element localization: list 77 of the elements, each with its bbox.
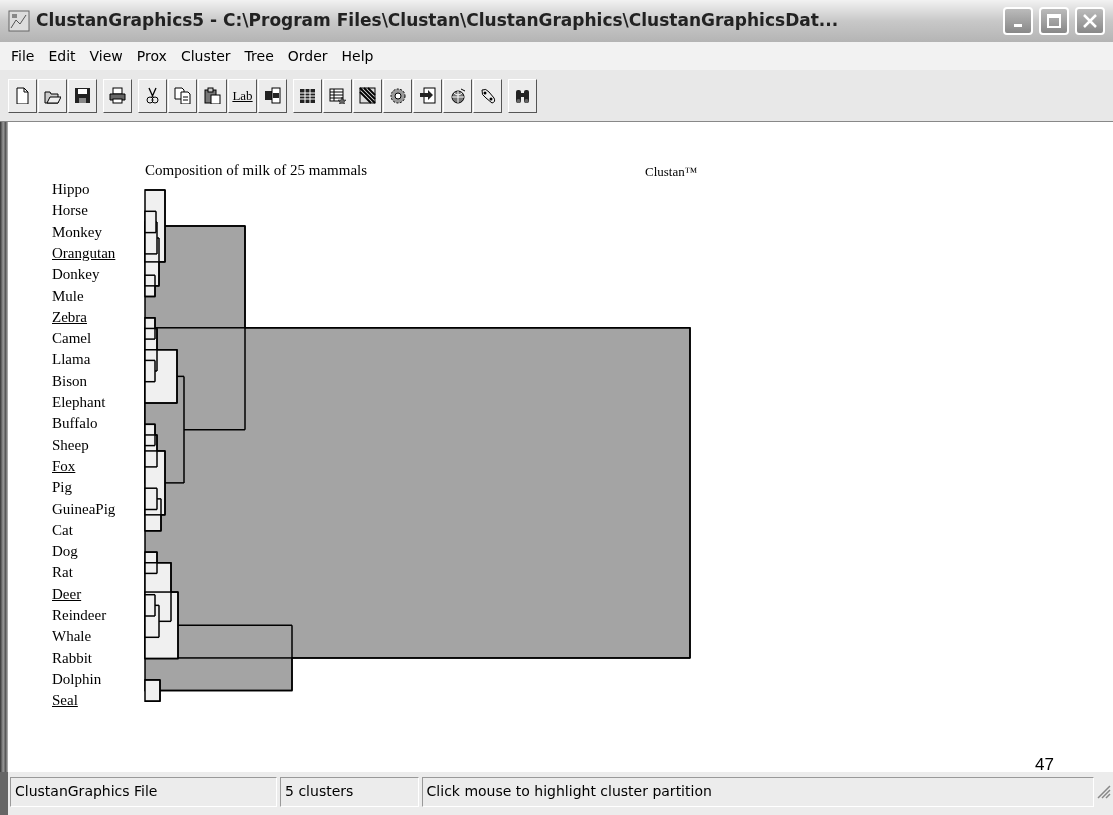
export-icon <box>264 87 281 104</box>
pattern-button[interactable] <box>353 78 382 113</box>
menu-item[interactable]: Prox <box>129 45 174 67</box>
open-folder-button[interactable] <box>38 78 67 113</box>
document-arrow-button[interactable] <box>413 78 442 113</box>
leaf-label: Fox <box>52 456 76 476</box>
menu-item[interactable]: View <box>82 45 130 67</box>
save-button[interactable] <box>68 78 97 113</box>
leaf-label: Whale <box>52 627 92 647</box>
minimize-button[interactable] <box>1003 7 1033 35</box>
close-icon <box>1083 14 1097 28</box>
copy-button[interactable] <box>168 78 197 113</box>
leaf-label: Reindeer <box>52 606 107 625</box>
leaf-label: GuineaPig <box>52 499 116 519</box>
gear-icon <box>389 87 406 104</box>
leaf-label: Elephant <box>52 393 106 412</box>
gear-button[interactable] <box>383 78 412 113</box>
pattern-icon <box>359 87 376 104</box>
status-pane: ClustanGraphics File <box>10 776 278 807</box>
close-button[interactable] <box>1075 7 1105 35</box>
new-file-icon <box>14 87 31 104</box>
leaf-label: Cat <box>52 520 73 540</box>
leaf-label: Sheep <box>52 435 89 455</box>
label-button[interactable]: Lab <box>228 78 257 113</box>
leaf-label: Camel <box>52 329 92 349</box>
menu-item[interactable]: File <box>4 45 42 67</box>
new-file-button[interactable] <box>8 78 37 113</box>
menu-item[interactable]: Help <box>334 45 381 67</box>
leaf-label: Dog <box>52 542 78 562</box>
table-star-icon <box>329 87 346 104</box>
window-title: ClustanGraphics5 - C:\Program Files\Clustan\ClustanGraphics\ClustanGraphicsDat... <box>36 9 840 33</box>
globe-icon <box>449 87 466 104</box>
save-icon <box>74 87 91 104</box>
paste-icon <box>204 87 221 104</box>
document-arrow-icon <box>419 87 436 104</box>
leaf-label: Bison <box>52 371 87 391</box>
table-star-button[interactable] <box>323 78 352 113</box>
maximize-icon <box>1047 14 1061 28</box>
leaf-label: Buffalo <box>52 414 98 434</box>
leaf-label: Monkey <box>52 222 102 242</box>
leaf-label: Hippo <box>52 180 90 199</box>
status-pane: Click mouse to highlight cluster partition <box>421 776 1094 807</box>
leaf-label: Pig <box>52 478 72 498</box>
minimize-icon <box>1014 24 1022 27</box>
leaf-label: Mule <box>52 286 84 306</box>
binoculars-button[interactable] <box>508 78 537 113</box>
leaf-label: Dolphin <box>52 669 102 689</box>
globe-button[interactable] <box>443 78 472 113</box>
chart-title: Composition of milk of 25 mammals <box>145 161 368 180</box>
leaf-label: Horse <box>52 201 88 221</box>
scissors-button[interactable] <box>138 78 167 113</box>
leaf-label: Donkey <box>52 265 100 285</box>
page-number: 47 <box>1035 754 1054 776</box>
binoculars-icon <box>514 87 531 104</box>
leaf-label: Deer <box>52 584 82 604</box>
export-button[interactable] <box>258 78 287 113</box>
leaf-label: Orangutan <box>52 243 116 263</box>
table-button[interactable] <box>293 78 322 113</box>
app-icon <box>8 10 30 32</box>
leaf-label: Rabbit <box>52 648 92 668</box>
copy-icon <box>174 87 191 104</box>
leaf-label: Rat <box>52 563 73 583</box>
brand-text: Clustan™ <box>645 163 698 181</box>
leaf-label: Zebra <box>52 307 87 327</box>
printer-button[interactable] <box>103 78 132 113</box>
paste-button[interactable] <box>198 78 227 113</box>
leaf-label: Seal <box>52 691 78 711</box>
printer-icon <box>109 87 126 104</box>
menu-item[interactable]: Cluster <box>173 45 238 67</box>
menu-item[interactable]: Order <box>280 45 335 67</box>
table-icon <box>299 87 316 104</box>
scissors-icon <box>144 87 161 104</box>
maximize-button[interactable] <box>1039 7 1069 35</box>
status-pane: 5 clusters <box>280 776 419 807</box>
menu-item[interactable]: Edit <box>41 45 83 67</box>
menu-item[interactable]: Tree <box>237 45 281 67</box>
leaf-label: Llama <box>52 350 91 370</box>
